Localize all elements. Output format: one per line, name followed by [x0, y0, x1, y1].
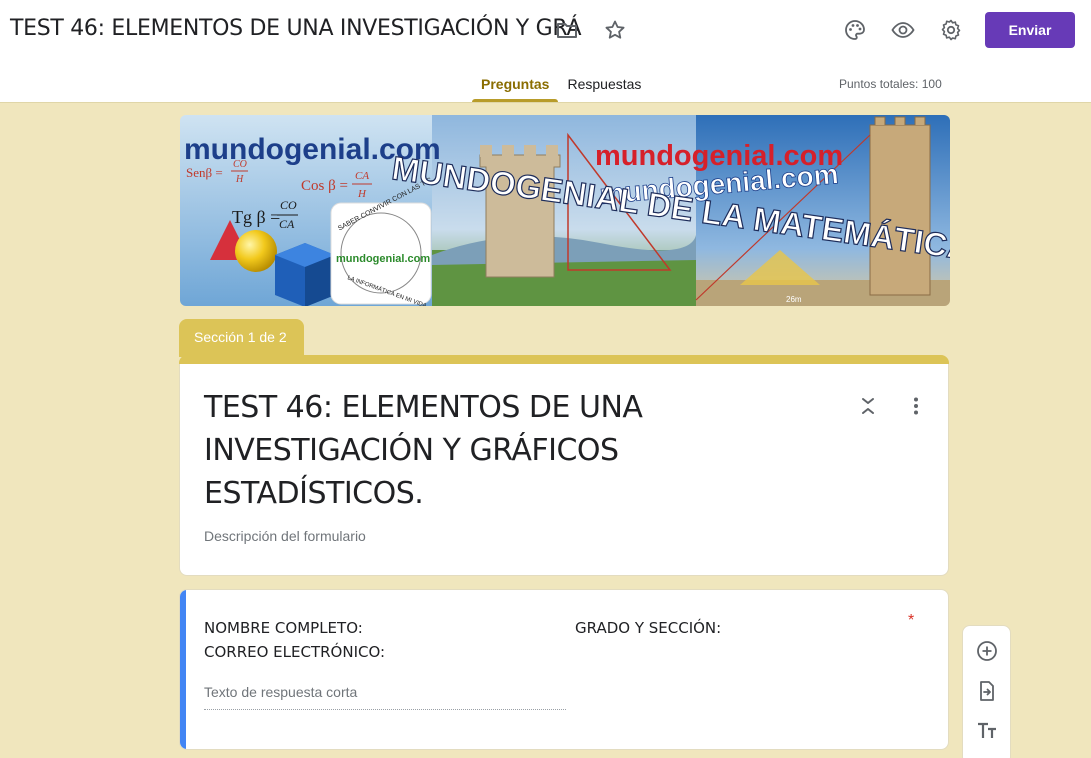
svg-text:H: H — [357, 188, 367, 200]
tab-questions[interactable]: Preguntas — [472, 62, 559, 102]
collapse-section-icon[interactable] — [854, 392, 882, 420]
question-card[interactable]: NOMBRE COMPLETO: CORREO ELECTRÓNICO: GRA… — [179, 589, 949, 750]
form-tabs: Preguntas Respuestas — [472, 62, 650, 102]
header-banner-image: mundogenial.com Senβ = CO H Cos β = CA H… — [180, 115, 950, 306]
svg-text:CO: CO — [280, 198, 297, 212]
svg-text:Tg β =: Tg β = — [232, 207, 280, 227]
question-text-left[interactable]: NOMBRE COMPLETO: CORREO ELECTRÓNICO: — [204, 616, 385, 664]
settings-gear-icon[interactable] — [937, 16, 965, 44]
total-points: Puntos totales: 100 — [839, 77, 942, 91]
document-title[interactable]: TEST 46: ELEMENTOS DE UNA INVESTIGACIÓN … — [10, 16, 582, 41]
form-description-field[interactable]: Descripción del formulario — [204, 528, 366, 544]
more-options-icon[interactable] — [902, 392, 930, 420]
svg-text:26m: 26m — [786, 295, 802, 304]
add-title-text-icon[interactable] — [974, 718, 1000, 744]
palette-icon[interactable] — [841, 16, 869, 44]
section-tab-label: Sección 1 de 2 — [179, 319, 304, 357]
question-line-name: NOMBRE COMPLETO: — [204, 619, 363, 637]
form-title-card[interactable]: TEST 46: ELEMENTOS DE UNA INVESTIGACIÓN … — [179, 364, 949, 576]
svg-text:mundogenial.com: mundogenial.com — [336, 253, 430, 265]
import-questions-icon[interactable] — [974, 678, 1000, 704]
svg-text:CA: CA — [355, 170, 369, 182]
tab-responses[interactable]: Respuestas — [558, 62, 650, 102]
svg-text:Cos β =: Cos β = — [301, 178, 348, 194]
svg-text:Senβ =: Senβ = — [186, 165, 223, 180]
svg-text:CA: CA — [279, 217, 295, 231]
star-icon[interactable] — [601, 16, 629, 44]
send-button[interactable]: Enviar — [985, 12, 1075, 48]
short-answer-input: Texto de respuesta corta — [204, 684, 566, 710]
add-question-icon[interactable] — [974, 638, 1000, 664]
question-text-right[interactable]: GRADO Y SECCIÓN: — [575, 616, 721, 640]
form-title[interactable]: TEST 46: ELEMENTOS DE UNA INVESTIGACIÓN … — [204, 386, 664, 515]
top-bar: TEST 46: ELEMENTOS DE UNA INVESTIGACIÓN … — [0, 0, 1091, 103]
question-focus-accent — [180, 590, 186, 749]
preview-eye-icon[interactable] — [889, 16, 917, 44]
floating-side-toolbar — [962, 625, 1011, 758]
folder-icon[interactable] — [553, 16, 581, 44]
svg-text:H: H — [235, 174, 244, 185]
required-asterisk: * — [908, 612, 915, 629]
svg-text:CO: CO — [233, 159, 247, 170]
question-line-email: CORREO ELECTRÓNICO: — [204, 643, 386, 661]
